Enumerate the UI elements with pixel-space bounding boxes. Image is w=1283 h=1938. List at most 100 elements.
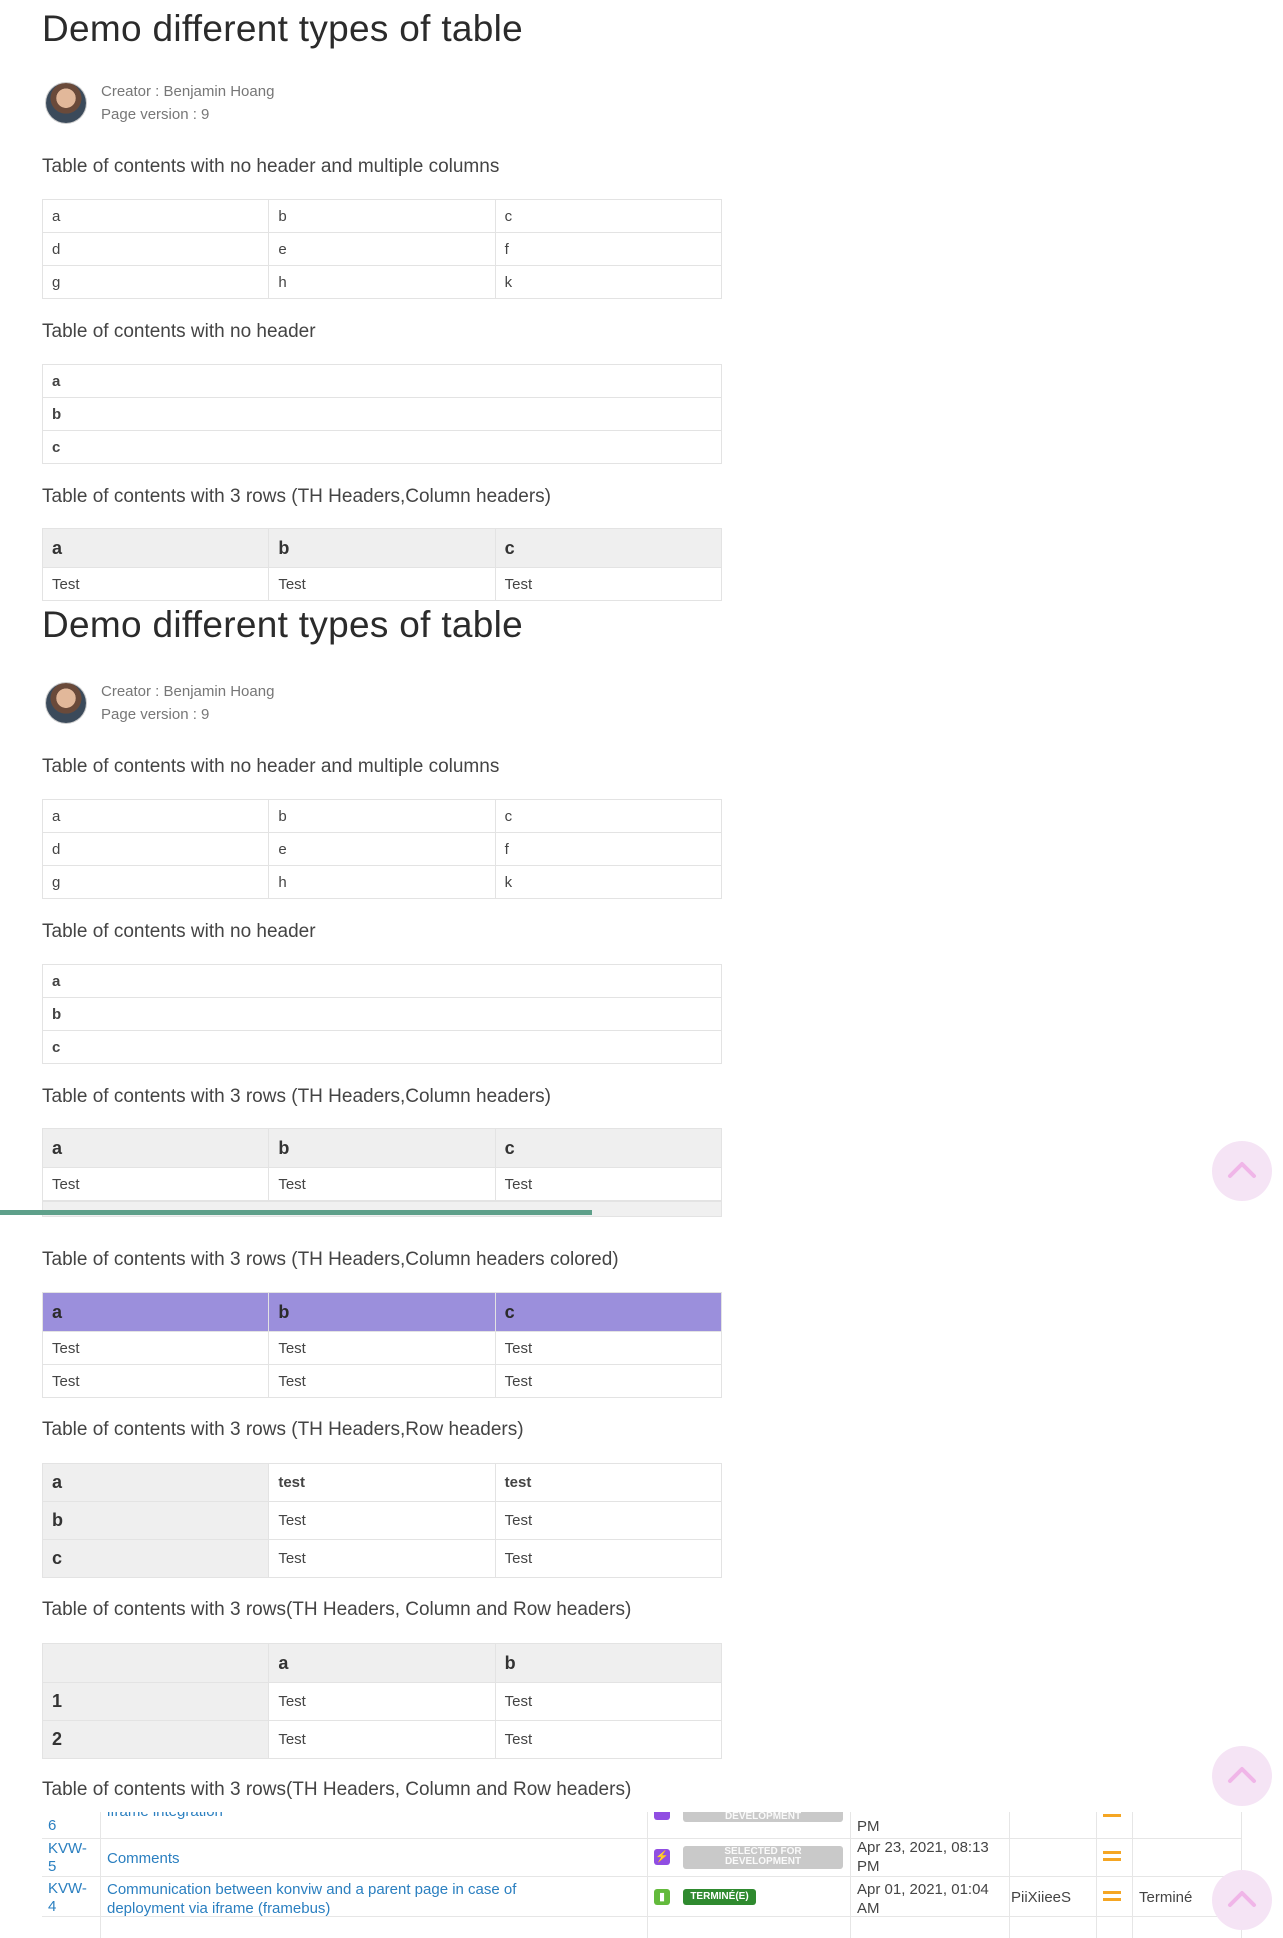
caption-no-header: Table of contents with no header	[42, 921, 316, 942]
column-header: b	[268, 528, 496, 568]
issue-key-number: 5	[48, 1858, 57, 1875]
table-row: d e f	[41, 832, 723, 866]
chevron-up-icon	[1228, 1891, 1256, 1907]
issue-row[interactable]: KVW- 5 Comments ⚡ SELECTED FOR DEVELOPME…	[42, 1838, 1242, 1877]
table-cell: Test	[494, 1682, 723, 1721]
table-row: g h k	[41, 865, 723, 899]
table-row: Test Test Test	[41, 567, 723, 601]
table-no-header: a b c	[42, 364, 722, 464]
page-copy-main: Demo different types of table Creator : …	[0, 604, 1283, 1812]
table-row: a b c	[41, 199, 723, 233]
column-header: c	[494, 528, 723, 568]
table-row: a b c	[41, 799, 723, 833]
bookmark-icon: ▮	[654, 1889, 670, 1905]
table-row: d e f	[41, 232, 723, 266]
resolution: Terminé	[1139, 1889, 1193, 1906]
table-no-header: a b c	[42, 964, 722, 1064]
chevron-up-icon	[1228, 1162, 1256, 1178]
table-cell: e	[268, 832, 496, 866]
column-header: c	[494, 1128, 723, 1168]
creator-label: Creator : Benjamin Hoang	[101, 83, 275, 100]
table-cell: Test	[268, 1331, 496, 1365]
table-cell: Test	[268, 1364, 496, 1398]
issue-key[interactable]: KVW- 4	[48, 1880, 87, 1916]
scroll-top-button[interactable]	[1212, 1870, 1272, 1930]
issue-key-prefix: KVW-	[48, 1880, 87, 1897]
table-cell: a	[42, 364, 722, 398]
table-cell: Test	[494, 1720, 723, 1759]
table-header-row: a b c	[41, 1292, 723, 1332]
row-header: c	[41, 1539, 270, 1578]
table-cell: Test	[494, 1501, 723, 1540]
issue-row[interactable]: 6 iframe integration DEVELOPMENT PM	[42, 1812, 1242, 1839]
issue-summary[interactable]: Communication between konviw and a paren…	[107, 1880, 516, 1918]
column-header: a	[41, 1292, 270, 1332]
table-cell: Test	[494, 567, 723, 601]
issue-row[interactable]: KVW- 4 Communication between konviw and …	[42, 1876, 1242, 1917]
table-cell: Test	[41, 567, 270, 601]
table-header-row: a b c	[41, 1128, 723, 1168]
table-cell: Test	[494, 1364, 723, 1398]
table-cell: b	[42, 997, 722, 1031]
table-multi-no-header: a b c d e f g h k	[41, 799, 723, 899]
column-header: a	[268, 1643, 496, 1683]
issue-key[interactable]: 6	[48, 1817, 56, 1835]
date-line: Apr 01, 2021, 01:04	[857, 1881, 989, 1898]
table-cell: f	[494, 232, 723, 266]
caption-th-column-colored: Table of contents with 3 rows (TH Header…	[42, 1249, 619, 1270]
priority-medium-icon-bar	[1103, 1858, 1121, 1861]
issue-key-prefix: KVW-	[48, 1840, 87, 1857]
avatar	[46, 683, 86, 723]
table-header-row: a b c	[41, 528, 723, 568]
page-title: Demo different types of table	[42, 604, 524, 645]
issue-summary[interactable]: Comments	[107, 1849, 180, 1868]
table-cell: b	[42, 397, 722, 431]
chevron-up-icon	[1228, 1767, 1256, 1783]
table-th-column: a b c Test Test Test	[41, 1128, 723, 1201]
column-header: c	[494, 1292, 723, 1332]
table-cell: a	[41, 199, 270, 233]
status-badge: DEVELOPMENT	[683, 1812, 843, 1822]
scroll-top-button[interactable]	[1212, 1746, 1272, 1806]
caption-th-row: Table of contents with 3 rows (TH Header…	[42, 1419, 524, 1440]
table-cell: a	[42, 964, 722, 998]
caption-no-header: Table of contents with no header	[42, 321, 316, 342]
table-cell: c	[42, 1030, 722, 1064]
priority-medium-icon-bar	[1103, 1898, 1121, 1901]
table-cell: k	[494, 265, 723, 299]
issues-table: 6 iframe integration DEVELOPMENT PM KVW-…	[42, 1812, 1242, 1938]
caption-th-col-row: Table of contents with 3 rows(TH Headers…	[42, 1599, 632, 1620]
row-header: 1	[41, 1682, 270, 1721]
column-header: b	[494, 1643, 723, 1683]
page-meta: Creator : Benjamin Hoang Page version : …	[101, 680, 274, 726]
issue-date: PM	[857, 1818, 880, 1835]
table-cell: Test	[41, 1331, 270, 1365]
table-row: a test test	[41, 1463, 723, 1502]
table-row: c	[42, 1030, 722, 1064]
reading-progress-bar	[0, 1210, 592, 1215]
table-row: a	[42, 364, 722, 398]
table-cell: c	[494, 199, 723, 233]
table-row: a	[42, 964, 722, 998]
avatar	[46, 83, 86, 123]
status-badge: TERMINÉ(E)	[683, 1889, 756, 1905]
table-th-row: a test test b Test Test c Test Test	[41, 1463, 723, 1578]
table-cell: k	[494, 865, 723, 899]
issue-summary[interactable]: iframe integration	[107, 1812, 223, 1821]
table-row: b	[42, 397, 722, 431]
page-version-label: Page version : 9	[101, 106, 210, 123]
issue-key[interactable]: KVW- 5	[48, 1840, 87, 1876]
table-cell: test	[494, 1463, 723, 1502]
column-header: b	[268, 1128, 496, 1168]
table-cell: a	[41, 799, 270, 833]
caption-th-col-row-2: Table of contents with 3 rows(TH Headers…	[42, 1779, 632, 1800]
caption-multi-no-header: Table of contents with no header and mul…	[42, 156, 500, 177]
status-badge: SELECTED FOR DEVELOPMENT	[683, 1846, 843, 1869]
table-row: Test Test Test	[41, 1364, 723, 1398]
status-line: DEVELOPMENT	[724, 1856, 802, 1867]
summary-line: Communication between konviw and a paren…	[107, 1881, 517, 1898]
page-copy-top: Demo different types of table Creator : …	[0, 0, 1283, 604]
table-row: 2 Test Test	[41, 1720, 723, 1759]
scroll-top-button[interactable]	[1212, 1141, 1272, 1201]
table-cell: Test	[268, 567, 496, 601]
